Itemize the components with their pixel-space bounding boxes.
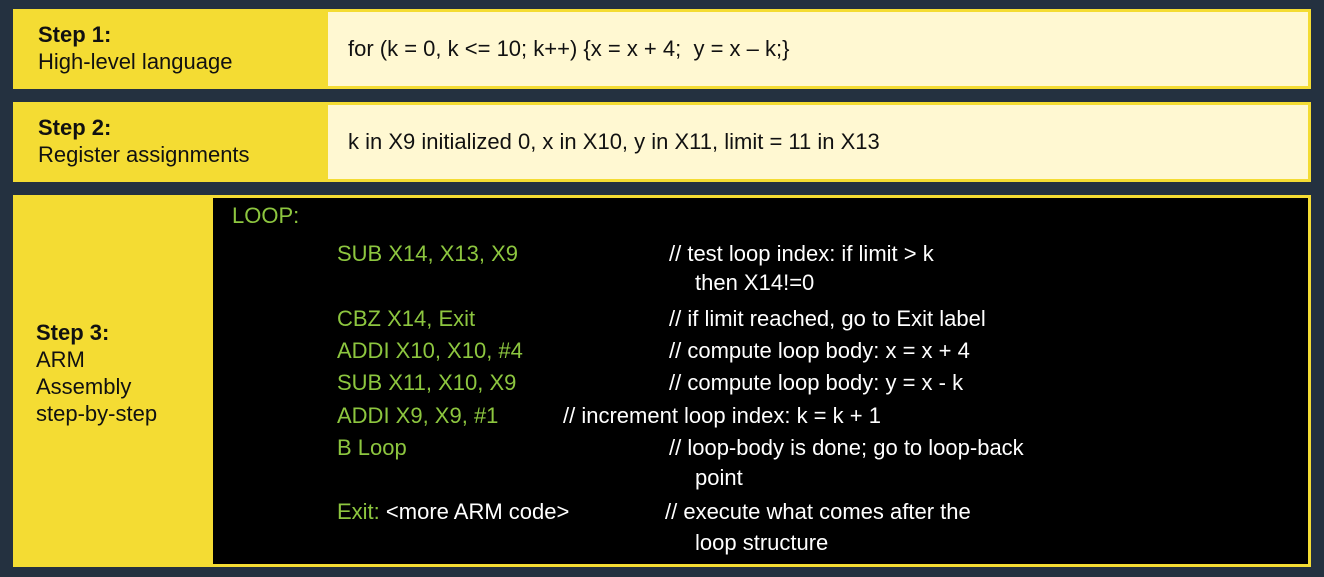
code-instruction: ADDI X9, X9, #1 — [337, 403, 499, 428]
code-panel: LOOP: SUB X14, X13, X9 // test loop inde… — [210, 195, 1311, 567]
exit-line: Exit: <more ARM code> — [337, 499, 569, 525]
step1-row: Step 1: High-level language for (k = 0, … — [13, 9, 1311, 89]
code-comment: // test loop index: if limit > k — [669, 241, 934, 266]
code-comment: // increment loop index: k = k + 1 — [563, 403, 881, 428]
code-comment: // compute loop body: x = x + 4 — [669, 338, 970, 363]
step1-content: for (k = 0, k <= 10; k++) {x = x + 4; y … — [348, 36, 790, 61]
exit-more-code: <more ARM code> — [379, 499, 570, 524]
code-instruction: SUB X14, X13, X9 — [337, 241, 518, 266]
loop-label: LOOP: — [232, 203, 300, 228]
step3-subtitle-line: Assembly — [36, 374, 132, 399]
step3-subtitle-line: step-by-step — [36, 401, 158, 426]
step2-row: Step 2: Register assignments k in X9 ini… — [13, 102, 1311, 182]
step3-subtitle-line: ARM — [36, 347, 85, 372]
step3-title: Step 3: — [36, 320, 110, 345]
code-comment: // compute loop body: y = x - k — [669, 370, 964, 395]
code-comment: then X14!=0 — [695, 270, 815, 295]
code-instruction: ADDI X10, X10, #4 — [337, 338, 523, 363]
step1-content-panel: for (k = 0, k <= 10; k++) {x = x + 4; y … — [325, 9, 1311, 89]
code-instruction: SUB X11, X10, X9 — [337, 370, 517, 395]
step1-label-panel: Step 1: High-level language — [13, 9, 325, 89]
code-comment: loop structure — [695, 530, 829, 555]
code-comment: // execute what comes after the — [665, 499, 971, 524]
step2-label-panel: Step 2: Register assignments — [13, 102, 325, 182]
code-instruction: B Loop — [337, 435, 407, 460]
code-comment: point — [695, 465, 743, 490]
step2-content: k in X9 initialized 0, x in X10, y in X1… — [348, 129, 880, 154]
step3-label-panel: Step 3: ARM Assembly step-by-step — [13, 195, 213, 567]
code-instruction: CBZ X14, Exit — [337, 306, 476, 331]
exit-label: Exit: — [337, 499, 380, 524]
step2-title: Step 2: — [38, 115, 112, 140]
code-comment: // if limit reached, go to Exit label — [669, 306, 986, 331]
step1-subtitle: High-level language — [38, 49, 233, 74]
step1-title: Step 1: — [38, 22, 112, 47]
step2-content-panel: k in X9 initialized 0, x in X10, y in X1… — [325, 102, 1311, 182]
code-comment: // loop-body is done; go to loop-back — [669, 435, 1024, 460]
step3-row: Step 3: ARM Assembly step-by-step LOOP: … — [13, 195, 1311, 567]
step2-subtitle: Register assignments — [38, 142, 250, 167]
